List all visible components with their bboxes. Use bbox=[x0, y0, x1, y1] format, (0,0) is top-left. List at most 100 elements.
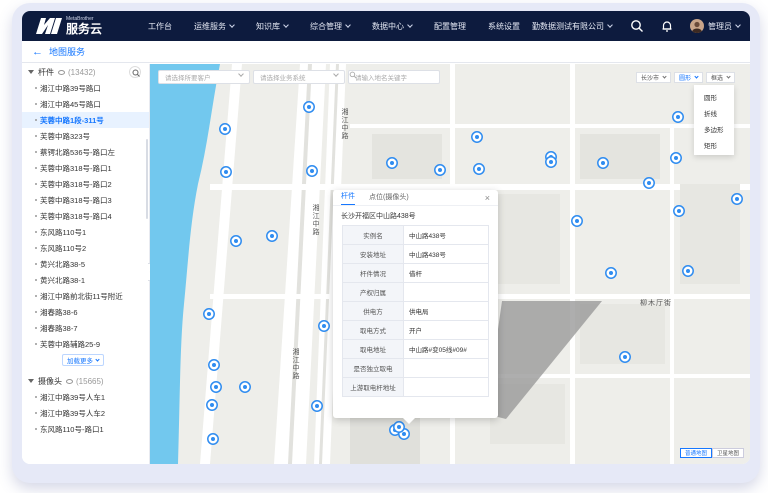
tree-item-pole[interactable]: 东风路110号1 bbox=[22, 224, 149, 240]
place-search-input[interactable]: 请输入地名关键字 bbox=[348, 70, 440, 84]
back-arrow-icon[interactable]: ← bbox=[32, 46, 43, 58]
search-icon[interactable] bbox=[129, 66, 141, 78]
map-pin-icon[interactable] bbox=[545, 156, 557, 168]
tree-item-pole[interactable]: 芙蓉中路318号-路口1 bbox=[22, 160, 149, 176]
tree-item-pole[interactable]: 黄兴北路38-5 bbox=[22, 256, 149, 272]
shape-select[interactable]: 圆形 bbox=[674, 72, 704, 83]
tree-item-pole[interactable]: 湘春路38-6 bbox=[22, 304, 149, 320]
map-pin-icon[interactable] bbox=[203, 308, 215, 320]
search-icon[interactable] bbox=[630, 19, 644, 33]
map-pin-icon[interactable] bbox=[208, 359, 220, 371]
shape-option-polyline[interactable]: 折线 bbox=[694, 105, 734, 121]
close-icon[interactable]: × bbox=[485, 193, 490, 203]
caret-down-icon[interactable] bbox=[28, 379, 34, 383]
map-pin-icon[interactable] bbox=[207, 433, 219, 445]
eye-icon[interactable] bbox=[58, 69, 65, 75]
tree-item-pole[interactable]: 黄兴北路38-1 bbox=[22, 272, 149, 288]
map-pin-icon[interactable] bbox=[571, 215, 583, 227]
brand-name-cn: 服务云 bbox=[66, 22, 103, 36]
map-pin-icon[interactable] bbox=[619, 351, 631, 363]
load-more-label: 加载更多 bbox=[67, 358, 93, 365]
tab-camera-point[interactable]: 点位(摄像头) bbox=[369, 192, 409, 205]
tree-item-pole[interactable]: 蔡锷北路536号-路口左 bbox=[22, 144, 149, 160]
menu-item-label: 综合管理 bbox=[310, 21, 342, 31]
tree-item-pole[interactable]: 东风路110号2 bbox=[22, 240, 149, 256]
tree-item-pole[interactable]: 湘春路38-7 bbox=[22, 320, 149, 336]
shape-option-polygon[interactable]: 多边形 bbox=[694, 121, 734, 137]
map-pin-icon[interactable] bbox=[219, 123, 231, 135]
menu-item-data-center[interactable]: 数据中心 bbox=[372, 21, 413, 32]
tree-item-pole[interactable]: 芙蓉中路318号-路口3 bbox=[22, 192, 149, 208]
tree-item-pole[interactable]: 湘江中路45号路口 bbox=[22, 96, 149, 112]
map-pin-icon[interactable] bbox=[230, 235, 242, 247]
shape-option-rectangle[interactable]: 矩形 bbox=[694, 137, 734, 153]
menu-item-knowledge-base[interactable]: 知识库 bbox=[256, 21, 289, 32]
menu-item-ops-service[interactable]: 运维服务 bbox=[194, 21, 235, 32]
sidebar-scrollbar[interactable] bbox=[146, 139, 148, 219]
city-select[interactable]: 长沙市 bbox=[636, 72, 672, 83]
tree-group-cameras[interactable]: 摄像头 (15665) bbox=[22, 373, 149, 389]
brand-logo[interactable]: MetaBrother 服务云 bbox=[36, 17, 126, 35]
tree-item-pole[interactable]: 芙蓉中路1段-311号 bbox=[22, 112, 149, 128]
city-select-value: 长沙市 bbox=[641, 76, 660, 82]
table-row: 取电方式 开户 bbox=[342, 320, 489, 340]
map-pin-icon[interactable] bbox=[210, 381, 222, 393]
map-canvas[interactable]: 湘江中路 湘江中路 湘江中路 柳木厅街 请选择所要客户 请选择业务系统 请输入地… bbox=[150, 64, 750, 464]
map-type-satellite[interactable]: 卫星地图 bbox=[711, 448, 744, 458]
map-pin-icon[interactable] bbox=[266, 230, 278, 242]
tab-pole[interactable]: 杆件 bbox=[341, 191, 355, 205]
map-pin-icon[interactable] bbox=[386, 157, 398, 169]
shape-dropdown-menu: 圆形 折线 多边形 矩形 bbox=[694, 85, 734, 155]
map-pin-icon[interactable] bbox=[597, 157, 609, 169]
customer-select[interactable]: 请选择所要客户 bbox=[158, 70, 250, 84]
menu-item-config-management[interactable]: 配置管理 bbox=[434, 21, 466, 32]
tree-group-poles[interactable]: 杆件 (13432) bbox=[22, 64, 149, 80]
map-pin-icon[interactable] bbox=[670, 152, 682, 164]
business-system-select[interactable]: 请选择业务系统 bbox=[253, 70, 345, 84]
tree-item-pole[interactable]: 芙蓉中路辅路25-9 bbox=[22, 336, 149, 352]
shape-option-circle[interactable]: 圆形 bbox=[694, 89, 734, 105]
bell-icon[interactable] bbox=[660, 19, 674, 33]
tree-item-pole[interactable]: 湘江中路前北街11号附近 bbox=[22, 288, 149, 304]
map-controls: 长沙市 圆形 框选 bbox=[636, 72, 738, 83]
menu-item-general-management[interactable]: 综合管理 bbox=[310, 21, 351, 32]
tree-item-pole[interactable]: 芙蓉中路318号-路口2 bbox=[22, 176, 149, 192]
tree-item-camera[interactable]: 湘江中路39号人车2 bbox=[22, 405, 149, 421]
tree-item-camera[interactable]: 东风路110号-路口1 bbox=[22, 421, 149, 437]
chevron-down-icon bbox=[607, 22, 613, 28]
map-pin-icon[interactable] bbox=[731, 193, 743, 205]
company-switcher[interactable]: 勤数据测试有限公司 bbox=[532, 21, 613, 32]
map-pin-icon[interactable] bbox=[605, 267, 617, 279]
tree-item-camera[interactable]: 湘江中路39号人车1 bbox=[22, 389, 149, 405]
map-pin-icon[interactable] bbox=[643, 177, 655, 189]
map-pin-icon[interactable] bbox=[473, 163, 485, 175]
menu-item-system-settings[interactable]: 系统设置 bbox=[488, 21, 520, 32]
avatar[interactable] bbox=[690, 19, 704, 33]
map-pin-icon[interactable] bbox=[434, 164, 446, 176]
map-pin-icon[interactable] bbox=[206, 399, 218, 411]
map-pin-icon[interactable] bbox=[311, 400, 323, 412]
map-pin-icon[interactable] bbox=[672, 111, 684, 123]
shape-option-label: 多边形 bbox=[704, 127, 724, 134]
map-pin-icon[interactable] bbox=[471, 131, 483, 143]
popup-tabs: 杆件 点位(摄像头) × bbox=[333, 190, 498, 206]
map-type-normal[interactable]: 普通地图 bbox=[679, 448, 712, 458]
map-pin-icon[interactable] bbox=[318, 320, 330, 332]
map-pin-icon[interactable] bbox=[673, 205, 685, 217]
load-more-button[interactable]: 加载更多 bbox=[62, 354, 104, 366]
box-select-button[interactable]: 框选 bbox=[706, 72, 736, 83]
tree-item-pole[interactable]: 芙蓉中路318号-路口4 bbox=[22, 208, 149, 224]
map-filter-bar: 请选择所要客户 请选择业务系统 请输入地名关键字 bbox=[158, 70, 443, 84]
eye-off-icon[interactable] bbox=[66, 378, 73, 384]
tree-item-pole[interactable]: 湘江中路39号路口 bbox=[22, 80, 149, 96]
user-menu[interactable]: 管理员 bbox=[708, 21, 741, 32]
map-pin-icon[interactable] bbox=[239, 381, 251, 393]
menu-item-workbench[interactable]: 工作台 bbox=[148, 21, 172, 32]
map-pin-icon[interactable] bbox=[303, 101, 315, 113]
map-pin-icon[interactable] bbox=[306, 165, 318, 177]
map-pin-icon[interactable] bbox=[682, 265, 694, 277]
menu-item-label: 工作台 bbox=[148, 21, 172, 31]
caret-down-icon[interactable] bbox=[28, 70, 34, 74]
tree-item-pole[interactable]: 芙蓉中路323号 bbox=[22, 128, 149, 144]
map-pin-icon[interactable] bbox=[220, 166, 232, 178]
